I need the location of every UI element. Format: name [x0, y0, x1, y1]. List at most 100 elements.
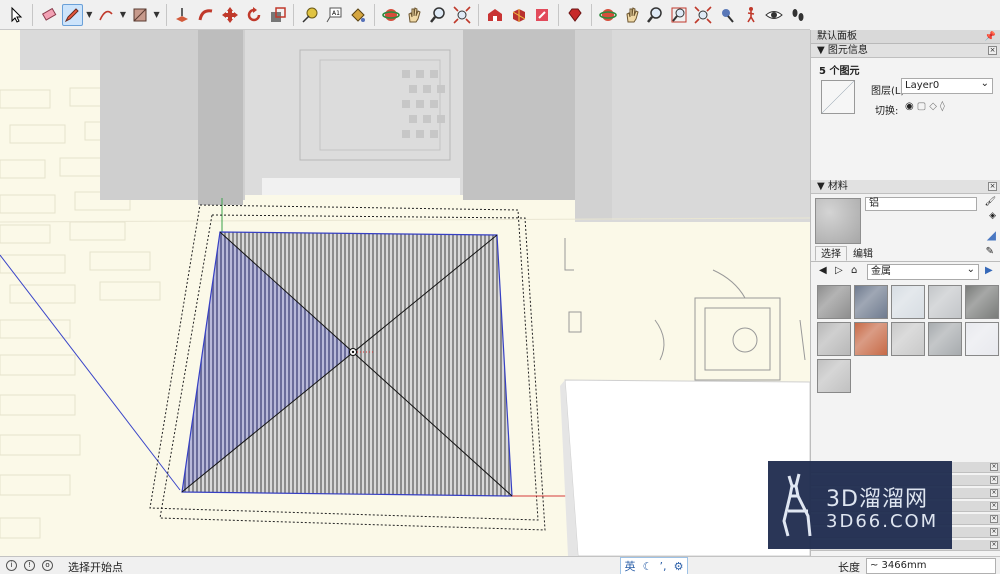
pyramid-roof[interactable]: [181, 231, 513, 497]
material-swatch[interactable]: [965, 322, 999, 356]
material-swatch[interactable]: [854, 285, 888, 319]
tab-edit[interactable]: 编辑: [847, 246, 879, 261]
details-arrow-icon[interactable]: ▶: [985, 265, 993, 276]
zoom-tool-2-button[interactable]: [645, 4, 667, 26]
status-message: 选择开始点: [68, 561, 123, 574]
close-icon[interactable]: ×: [990, 476, 998, 484]
follow-me-icon: [198, 8, 213, 20]
close-icon[interactable]: ×: [990, 489, 998, 497]
select-tool-button[interactable]: [5, 4, 27, 26]
material-swatch[interactable]: [891, 322, 925, 356]
arc-icon: [99, 10, 113, 20]
lock-icon[interactable]: ◊: [940, 101, 948, 112]
zoom-extents-tool-2-button[interactable]: [692, 4, 714, 26]
pencil-tool-button[interactable]: [61, 3, 84, 26]
eyedropper-icon[interactable]: ✎: [986, 246, 994, 261]
close-icon[interactable]: ×: [988, 182, 997, 191]
material-name-field[interactable]: 铝: [865, 197, 977, 211]
material-swatch[interactable]: [965, 285, 999, 319]
close-icon[interactable]: ×: [988, 46, 997, 55]
layer-select[interactable]: Layer0: [901, 77, 993, 94]
shadow-receive-icon[interactable]: ◇: [929, 101, 940, 112]
moon-icon: ☾: [642, 559, 653, 573]
ime-language: 英: [624, 560, 636, 573]
eraser-tool-button[interactable]: [38, 4, 60, 26]
eye-icon[interactable]: ◉: [905, 101, 917, 112]
close-icon[interactable]: ×: [990, 463, 998, 471]
pin-icon[interactable]: 📌: [985, 30, 996, 44]
move-tool-button[interactable]: [219, 4, 241, 26]
zoom-window-tool-button[interactable]: [668, 4, 690, 26]
paint-bucket-tool-button[interactable]: [347, 4, 369, 26]
rectangle-icon: [133, 8, 147, 21]
back-arrow-icon[interactable]: ◀: [819, 265, 827, 276]
zoom-tool-button[interactable]: [427, 4, 449, 26]
close-icon[interactable]: ×: [990, 541, 998, 549]
sample-paint-icon[interactable]: 🖌: [985, 197, 996, 207]
share-tool-button[interactable]: [531, 4, 553, 26]
warehouse-tool-button[interactable]: [484, 4, 506, 26]
toolbar-separator: [558, 3, 560, 26]
ime-indicator[interactable]: 英 ☾ ʼ, ⚙: [620, 557, 688, 574]
tape-measure-tool-button[interactable]: [299, 4, 321, 26]
ruby-tool-button[interactable]: [564, 4, 586, 26]
zoom-extents-tool-button[interactable]: [451, 4, 473, 26]
material-library-select[interactable]: 金属: [867, 263, 979, 280]
materials-header[interactable]: ▼ 材料 ×: [811, 180, 1000, 194]
pencil-dropdown-arrow[interactable]: ▼: [84, 4, 94, 26]
shadow-cast-icon[interactable]: ▢: [917, 101, 929, 112]
entity-count: 5 个图元: [819, 66, 860, 77]
pan-tool-button[interactable]: [404, 4, 426, 26]
walk-tool-button[interactable]: [740, 4, 762, 26]
length-input[interactable]: ~ 3466mm: [866, 558, 996, 574]
arc-tool-button[interactable]: [95, 4, 117, 26]
tab-select[interactable]: 选择: [815, 246, 847, 261]
scene-drawing: [0, 30, 810, 556]
tray-title-label: 默认面板: [817, 31, 857, 42]
model-viewport[interactable]: [0, 30, 810, 556]
toolbar-separator: [165, 3, 167, 26]
components-icon: [512, 8, 525, 22]
footprints-tool-button[interactable]: [787, 4, 809, 26]
home-icon[interactable]: ⌂: [851, 265, 857, 276]
text-tool-button[interactable]: A1: [323, 4, 345, 26]
punctuation-icon: ʼ,: [659, 559, 667, 573]
entity-info-header[interactable]: ▼ 图元信息 ×: [811, 44, 1000, 58]
follow-me-tool-button[interactable]: [195, 4, 217, 26]
info-icon[interactable]: i: [6, 560, 17, 571]
rotate-tool-button[interactable]: [243, 4, 265, 26]
pan-tool-2-button[interactable]: [621, 4, 643, 26]
orbit-tool-button[interactable]: [380, 4, 402, 26]
tray-title: 默认面板 📌: [811, 30, 1000, 44]
arc-dropdown-arrow[interactable]: ▼: [118, 4, 128, 26]
pencil-icon: [65, 7, 80, 22]
material-swatch[interactable]: [854, 322, 888, 356]
rectangle-tool-button[interactable]: [129, 4, 151, 26]
scale-tool-button[interactable]: [267, 4, 289, 26]
orbit-tool-2-button[interactable]: [597, 4, 619, 26]
material-swatch[interactable]: [817, 359, 851, 393]
close-icon[interactable]: ×: [990, 502, 998, 510]
credits-icon[interactable]: !: [24, 560, 35, 571]
material-swatch[interactable]: [817, 285, 851, 319]
components-tool-button[interactable]: [508, 4, 530, 26]
material-swatch[interactable]: [891, 285, 925, 319]
right-pillar: [463, 30, 575, 200]
close-icon[interactable]: ×: [990, 528, 998, 536]
position-camera-tool-button[interactable]: [716, 4, 738, 26]
close-icon[interactable]: ×: [990, 515, 998, 523]
forward-arrow-icon[interactable]: ▷: [835, 265, 843, 276]
push-pull-tool-button[interactable]: [172, 4, 194, 26]
main-toolbar: ▼ ▼ ▼ A1: [0, 0, 810, 30]
material-swatch[interactable]: [928, 285, 962, 319]
user-icon[interactable]: o: [42, 560, 53, 571]
scale-icon: [270, 6, 286, 22]
watermark-brand: 3D溜溜网: [826, 487, 928, 512]
rectangle-dropdown-arrow[interactable]: ▼: [152, 4, 162, 26]
look-around-tool-button[interactable]: [763, 4, 785, 26]
material-swatch[interactable]: [817, 322, 851, 356]
toolbar-separator: [373, 3, 375, 26]
material-swatch[interactable]: [928, 322, 962, 356]
default-material-icon[interactable]: ◢: [987, 228, 996, 242]
create-material-icon[interactable]: ◈: [989, 211, 996, 221]
